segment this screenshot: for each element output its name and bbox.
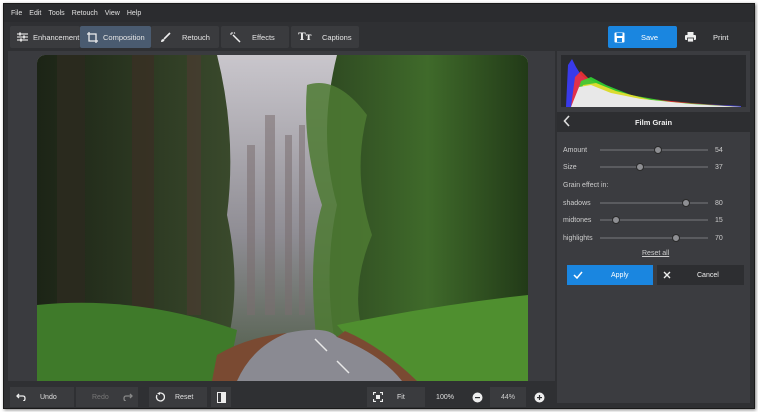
- reset-all-link[interactable]: Reset all: [642, 250, 669, 257]
- size-value: 37: [715, 163, 723, 171]
- amount-thumb[interactable]: [654, 146, 663, 154]
- tab-composition-label: Composition: [103, 32, 145, 42]
- zoom-100-button[interactable]: 100%: [429, 387, 461, 407]
- tab-retouch-label: Retouch: [182, 32, 210, 42]
- tab-retouch[interactable]: Retouch: [151, 26, 219, 48]
- shadows-track[interactable]: [600, 199, 708, 207]
- fit-label: Fit: [397, 393, 405, 401]
- histogram: [561, 55, 746, 107]
- save-button[interactable]: Save: [608, 26, 677, 48]
- midtones-track[interactable]: [600, 216, 708, 224]
- minus-circle-icon: [472, 392, 483, 403]
- app-window: File Edit Tools Retouch View Help Enhanc…: [3, 3, 755, 409]
- shadows-value: 80: [715, 199, 723, 207]
- fit-button[interactable]: Fit: [367, 387, 425, 407]
- midtones-value: 15: [715, 216, 723, 224]
- printer-icon: [685, 32, 696, 42]
- menu-edit[interactable]: Edit: [29, 10, 41, 17]
- menu-view[interactable]: View: [105, 10, 120, 17]
- zoom-out-button[interactable]: [470, 387, 484, 407]
- menu-file[interactable]: File: [11, 10, 22, 17]
- slider-highlights[interactable]: highlights 70: [563, 232, 748, 244]
- tab-captions-label: Captions: [322, 32, 352, 42]
- reset-label: Reset: [175, 393, 194, 401]
- redo-button[interactable]: Redo: [76, 387, 138, 407]
- menu-retouch[interactable]: Retouch: [72, 10, 98, 17]
- amount-value: 54: [715, 146, 723, 154]
- slider-size[interactable]: Size 37: [563, 161, 748, 173]
- cancel-button[interactable]: Cancel: [657, 265, 744, 285]
- zoom-level-value: 44%: [500, 393, 515, 401]
- tab-effects-label: Effects: [252, 32, 275, 42]
- midtones-label: midtones: [563, 216, 592, 224]
- back-arrow-icon[interactable]: [563, 115, 571, 127]
- text-icon: Tт: [298, 31, 312, 43]
- crop-icon: [86, 31, 98, 43]
- size-thumb[interactable]: [635, 163, 644, 171]
- tab-effects[interactable]: Effects: [221, 26, 289, 48]
- size-label: Size: [563, 163, 577, 171]
- amount-label: Amount: [563, 146, 588, 154]
- sliders-icon: [16, 31, 28, 43]
- print-label: Print: [713, 32, 729, 42]
- midtones-thumb[interactable]: [612, 216, 621, 224]
- redo-label: Redo: [92, 393, 109, 401]
- tab-captions[interactable]: Tт Captions: [291, 26, 359, 48]
- compare-icon: [216, 391, 226, 403]
- image-canvas[interactable]: [8, 51, 555, 381]
- panel-header: Film Grain: [557, 112, 750, 132]
- bottom-toolbar: Undo Redo Reset Fit 100% 44%: [4, 384, 555, 410]
- panel-title: Film Grain: [634, 117, 673, 127]
- print-button[interactable]: Print: [680, 26, 748, 48]
- zoom-level-field[interactable]: 44%: [490, 387, 526, 407]
- size-track[interactable]: [600, 163, 708, 171]
- undo-button[interactable]: Undo: [10, 387, 74, 407]
- photo-forest-road: [37, 55, 528, 381]
- shadows-thumb[interactable]: [682, 199, 691, 207]
- reset-icon: [155, 392, 165, 402]
- undo-icon: [16, 393, 26, 401]
- close-icon: [663, 271, 671, 279]
- adjustments-panel: Film Grain Amount 54 Size 37 Grain effec…: [557, 51, 750, 403]
- shadows-label: shadows: [563, 199, 591, 207]
- plus-circle-icon: [534, 392, 545, 403]
- menu-tools[interactable]: Tools: [48, 10, 64, 17]
- slider-shadows[interactable]: shadows 80: [563, 197, 748, 209]
- tab-composition[interactable]: Composition: [80, 26, 151, 48]
- floppy-icon: [614, 32, 625, 43]
- highlights-thumb[interactable]: [671, 234, 680, 242]
- highlights-track[interactable]: [600, 234, 708, 242]
- cancel-label: Cancel: [697, 271, 719, 279]
- slider-midtones[interactable]: midtones 15: [563, 214, 748, 226]
- grain-effect-heading: Grain effect in:: [563, 179, 748, 191]
- redo-icon: [123, 393, 133, 401]
- tab-enhancement-label: Enhancement: [33, 32, 80, 42]
- grain-effect-label: Grain effect in:: [563, 181, 609, 189]
- apply-label: Apply: [611, 271, 629, 279]
- menu-help[interactable]: Help: [127, 10, 141, 17]
- brush-icon: [159, 31, 171, 43]
- save-label: Save: [641, 32, 659, 42]
- undo-label: Undo: [40, 393, 57, 401]
- amount-track[interactable]: [600, 146, 708, 154]
- zoom-in-button[interactable]: [532, 387, 546, 407]
- menu-bar: File Edit Tools Retouch View Help: [4, 4, 754, 22]
- slider-amount[interactable]: Amount 54: [563, 144, 748, 156]
- reset-button[interactable]: Reset: [149, 387, 207, 407]
- zoom-100-label: 100%: [436, 393, 454, 401]
- fit-screen-icon: [373, 392, 383, 402]
- magic-wand-icon: [229, 31, 241, 43]
- check-icon: [573, 271, 583, 279]
- tab-enhancement[interactable]: Enhancement: [10, 26, 80, 48]
- compare-button[interactable]: [211, 387, 231, 407]
- apply-button[interactable]: Apply: [567, 265, 653, 285]
- highlights-value: 70: [715, 234, 723, 242]
- highlights-label: highlights: [563, 234, 593, 242]
